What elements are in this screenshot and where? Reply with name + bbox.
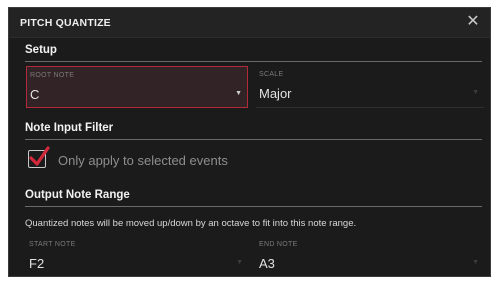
end-note-value: A3 bbox=[259, 256, 275, 271]
chevron-down-icon: ▼ bbox=[472, 259, 479, 266]
only-selected-events-label: Only apply to selected events bbox=[58, 153, 228, 168]
output-range-description: Quantized notes will be moved up/down by… bbox=[25, 218, 357, 229]
setup-heading: Setup bbox=[25, 44, 57, 56]
note-input-filter-heading: Note Input Filter bbox=[25, 122, 114, 134]
root-note-label: ROOT NOTE bbox=[30, 72, 75, 79]
start-note-select[interactable]: START NOTE F2 ▼ bbox=[26, 236, 248, 278]
chevron-down-icon: ▼ bbox=[236, 259, 243, 266]
dialog-title: PITCH QUANTIZE bbox=[20, 17, 111, 29]
only-selected-events-checkbox[interactable] bbox=[28, 146, 50, 168]
start-note-label: START NOTE bbox=[29, 241, 76, 248]
scale-underline bbox=[256, 107, 484, 108]
chevron-down-icon: ▼ bbox=[235, 90, 242, 97]
end-note-label: END NOTE bbox=[259, 241, 298, 248]
pitch-quantize-dialog: PITCH QUANTIZE ✕ Setup ROOT NOTE C ▼ SCA… bbox=[8, 7, 491, 277]
setup-divider bbox=[25, 61, 482, 62]
output-note-range-heading: Output Note Range bbox=[25, 189, 130, 201]
close-icon[interactable]: ✕ bbox=[464, 13, 482, 31]
dialog-titlebar: PITCH QUANTIZE ✕ bbox=[9, 8, 490, 38]
scale-select[interactable]: SCALE Major ▼ bbox=[256, 66, 484, 108]
scale-value: Major bbox=[259, 86, 292, 101]
note-input-filter-divider bbox=[25, 139, 482, 140]
root-note-value: C bbox=[30, 87, 40, 102]
root-note-select[interactable]: ROOT NOTE C ▼ bbox=[26, 66, 248, 108]
start-note-value: F2 bbox=[29, 256, 45, 271]
checkmark-icon bbox=[29, 146, 50, 166]
chevron-down-icon: ▼ bbox=[472, 89, 479, 96]
output-note-range-divider bbox=[25, 206, 482, 207]
end-note-select[interactable]: END NOTE A3 ▼ bbox=[256, 236, 484, 278]
scale-label: SCALE bbox=[259, 71, 284, 78]
